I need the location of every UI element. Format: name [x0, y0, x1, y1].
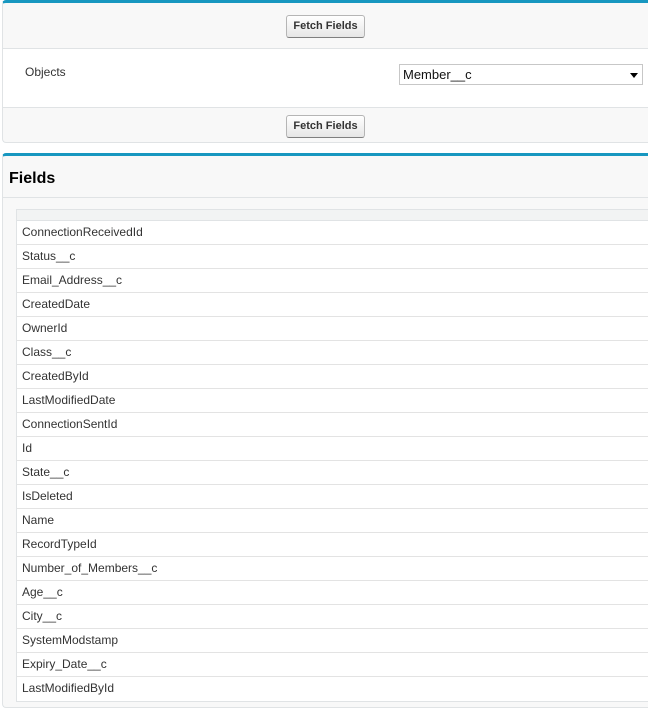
table-row: ConnectionReceivedId: [17, 221, 648, 245]
objects-label: Objects: [25, 65, 66, 79]
table-row: LastModifiedById: [17, 677, 648, 701]
chevron-down-icon: [630, 73, 638, 78]
divider: [3, 197, 648, 198]
fetch-fields-panel: Fetch Fields Objects Member__c Fetch Fie…: [2, 0, 648, 143]
table-header: [17, 210, 648, 221]
table-row: State__c: [17, 461, 648, 485]
table-row: Number_of_Members__c: [17, 557, 648, 581]
table-row: Id: [17, 437, 648, 461]
table-row: ConnectionSentId: [17, 413, 648, 437]
fields-panel: Fields ConnectionReceivedId Status__c Em…: [2, 153, 648, 708]
top-button-row: Fetch Fields: [3, 15, 648, 38]
fetch-fields-button-bottom[interactable]: Fetch Fields: [286, 115, 365, 138]
table-row: Status__c: [17, 245, 648, 269]
objects-select-value: Member__c: [403, 67, 472, 82]
table-row: Email_Address__c: [17, 269, 648, 293]
table-row: Class__c: [17, 341, 648, 365]
objects-select[interactable]: Member__c: [399, 64, 643, 85]
fields-title: Fields: [9, 170, 56, 187]
table-row: CreatedById: [17, 365, 648, 389]
table-row: SystemModstamp: [17, 629, 648, 653]
table-row: IsDeleted: [17, 485, 648, 509]
table-row: CreatedDate: [17, 293, 648, 317]
fetch-fields-button-top[interactable]: Fetch Fields: [286, 15, 365, 38]
objects-row: Objects Member__c: [3, 49, 648, 107]
table-row: OwnerId: [17, 317, 648, 341]
divider: [3, 107, 648, 108]
table-row: Expiry_Date__c: [17, 653, 648, 677]
table-row: Name: [17, 509, 648, 533]
table-row: City__c: [17, 605, 648, 629]
table-row: RecordTypeId: [17, 533, 648, 557]
table-row: LastModifiedDate: [17, 389, 648, 413]
bottom-button-row: Fetch Fields: [3, 115, 648, 138]
fields-table: ConnectionReceivedId Status__c Email_Add…: [16, 209, 648, 702]
table-row: Age__c: [17, 581, 648, 605]
